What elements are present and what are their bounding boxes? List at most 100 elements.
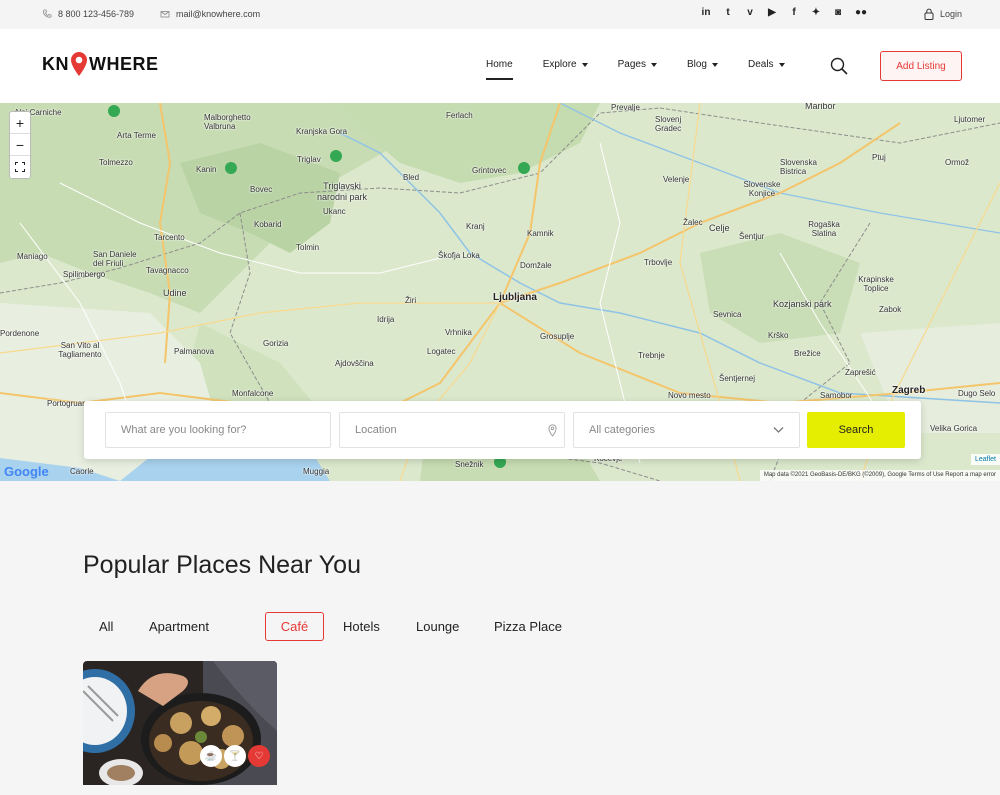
map-place-label: Kobarid bbox=[254, 220, 282, 229]
map-place-label: Tolmin bbox=[296, 243, 320, 252]
nav-label: Pages bbox=[617, 59, 646, 70]
map-place-label: Palmanova bbox=[174, 347, 215, 356]
main-nav: Home Explore Pages Blog Deals bbox=[486, 59, 815, 80]
search-button[interactable]: Search bbox=[807, 412, 905, 448]
email-contact[interactable]: mail@knowhere.com bbox=[160, 9, 260, 19]
map-place-label: Kamnik bbox=[527, 229, 554, 238]
login-link[interactable]: Login bbox=[924, 8, 962, 20]
map-place-label: Logatec bbox=[427, 347, 456, 356]
top-bar: 8 800 123-456-789 mail@knowhere.com in t… bbox=[0, 0, 1000, 29]
map-place-label: San Vito al Tagliamento bbox=[58, 341, 102, 359]
cocktail-icon[interactable]: 🍸 bbox=[224, 745, 246, 767]
map-place-label: Sevnica bbox=[713, 310, 742, 319]
card-category-icons: ☕ 🍸 ♡ bbox=[200, 745, 270, 767]
map-place-label: Arta Terme bbox=[117, 131, 156, 140]
map-place-label: Prevalje bbox=[611, 103, 640, 112]
map-place-label: Pordenone bbox=[0, 329, 40, 338]
map-place-label: Trebnje bbox=[638, 351, 665, 360]
map-place-label: San Daniele del Friuli bbox=[93, 250, 137, 268]
map-place-label: Brežice bbox=[794, 349, 821, 358]
location-pin-icon bbox=[548, 424, 557, 437]
add-listing-button[interactable]: Add Listing bbox=[880, 51, 962, 81]
map-place-label: Ajdovščina bbox=[335, 359, 374, 368]
nav-item-deals[interactable]: Deals bbox=[748, 59, 785, 70]
nav-item-explore[interactable]: Explore bbox=[543, 59, 588, 70]
tab-hotels[interactable]: Hotels bbox=[343, 612, 380, 641]
map-place-label: Žalec bbox=[683, 218, 703, 227]
leaflet-link[interactable]: Leaflet bbox=[970, 454, 1000, 465]
zoom-out-button[interactable]: − bbox=[10, 134, 30, 156]
nav-item-pages[interactable]: Pages bbox=[618, 59, 657, 70]
map-place-label: Ljutomer bbox=[954, 115, 986, 124]
nav-label: Home bbox=[486, 59, 513, 70]
nav-label: Explore bbox=[542, 59, 577, 70]
nav-item-home[interactable]: Home bbox=[486, 59, 513, 80]
vimeo-icon[interactable]: v bbox=[745, 7, 755, 18]
map-place-label: Velenje bbox=[663, 175, 690, 184]
category-select[interactable]: All categories bbox=[573, 412, 800, 448]
map-place-label: Grosuplje bbox=[540, 332, 575, 341]
map-place-label: Tolmezzo bbox=[99, 158, 133, 167]
map-place-label: Malborghetto Valbruna bbox=[204, 113, 251, 131]
heart-icon[interactable]: ♡ bbox=[248, 745, 270, 767]
category-tabs: All Apartment Café Hotels Lounge Pizza P… bbox=[83, 612, 683, 642]
map-place-label: Gorizia bbox=[263, 339, 289, 348]
map-place-label: Škofja Loka bbox=[438, 251, 480, 260]
instagram-icon[interactable]: ◙ bbox=[833, 7, 843, 18]
email-address: mail@knowhere.com bbox=[176, 9, 261, 19]
tab-lounge[interactable]: Lounge bbox=[416, 612, 459, 641]
search-icon[interactable] bbox=[830, 57, 848, 75]
map-place-label: Dugo Selo bbox=[958, 389, 996, 398]
keyword-placeholder: What are you looking for? bbox=[121, 424, 247, 436]
map-place-label: Celje bbox=[709, 223, 730, 233]
tab-cafe[interactable]: Café bbox=[265, 612, 324, 641]
map-place-label: Slovenske Konjice bbox=[743, 180, 781, 198]
google-logo: Google bbox=[4, 464, 49, 479]
phone-icon bbox=[43, 9, 52, 18]
map-place-label: Novo mesto bbox=[668, 391, 711, 400]
facebook-icon[interactable]: f bbox=[789, 7, 799, 18]
caret-down-icon bbox=[711, 62, 718, 67]
keyword-search-input[interactable]: What are you looking for? bbox=[105, 412, 331, 448]
map-place-label: Kanin bbox=[196, 165, 217, 174]
map-place-label: Ptuj bbox=[872, 153, 886, 162]
coffee-icon[interactable]: ☕ bbox=[200, 745, 222, 767]
nav-item-blog[interactable]: Blog bbox=[687, 59, 718, 70]
site-logo[interactable]: KN WHERE bbox=[42, 51, 159, 77]
fullscreen-button[interactable] bbox=[10, 156, 30, 178]
search-panel: What are you looking for? Location All c… bbox=[84, 401, 921, 459]
map-place-label: Slovenska Bistrica bbox=[780, 158, 817, 176]
linkedin-icon[interactable]: in bbox=[701, 7, 711, 18]
caret-down-icon bbox=[581, 62, 588, 67]
logo-text-left: KN bbox=[42, 53, 69, 74]
tab-pizza-place[interactable]: Pizza Place bbox=[494, 612, 562, 641]
map-place-label: Triglav bbox=[297, 155, 321, 164]
map-attribution: Map data ©2021 GeoBasis-DE/BKG (©2009), … bbox=[759, 470, 1000, 481]
location-input[interactable]: Location bbox=[339, 412, 565, 448]
chevron-down-icon bbox=[773, 427, 784, 433]
map-place-label: Maribor bbox=[805, 103, 836, 111]
tab-all[interactable]: All bbox=[99, 612, 113, 641]
flickr-icon[interactable]: ●● bbox=[855, 7, 867, 18]
map-place-label: Ferlach bbox=[446, 111, 473, 120]
map-place-label: Triglavski narodni park bbox=[316, 181, 368, 202]
site-header: KN WHERE Home Explore Pages Blog Deals A… bbox=[0, 29, 1000, 103]
map-pin-logo-icon bbox=[71, 52, 87, 76]
youtube-icon[interactable]: ▶ bbox=[767, 7, 777, 18]
map-place-label: Ukanc bbox=[323, 207, 346, 216]
logo-text-right: WHERE bbox=[89, 53, 159, 74]
twitter-icon[interactable]: ✦ bbox=[811, 7, 821, 18]
map-place-label: Vrhnika bbox=[445, 328, 472, 337]
zoom-controls: + − bbox=[9, 111, 31, 179]
map-place-label: Trbovlje bbox=[644, 258, 673, 267]
phone-contact[interactable]: 8 800 123-456-789 bbox=[42, 9, 134, 19]
location-placeholder: Location bbox=[355, 424, 397, 436]
tab-apartment[interactable]: Apartment bbox=[149, 612, 209, 641]
zoom-in-button[interactable]: + bbox=[10, 112, 30, 134]
map-place-label: Samobor bbox=[820, 391, 853, 400]
map-place-label: Zaprešić bbox=[845, 368, 876, 377]
nav-label: Deals bbox=[747, 59, 774, 70]
map-place-label: Velika Gorica bbox=[930, 424, 978, 433]
section-title: Popular Places Near You bbox=[83, 551, 361, 579]
tumblr-icon[interactable]: t bbox=[723, 7, 733, 18]
